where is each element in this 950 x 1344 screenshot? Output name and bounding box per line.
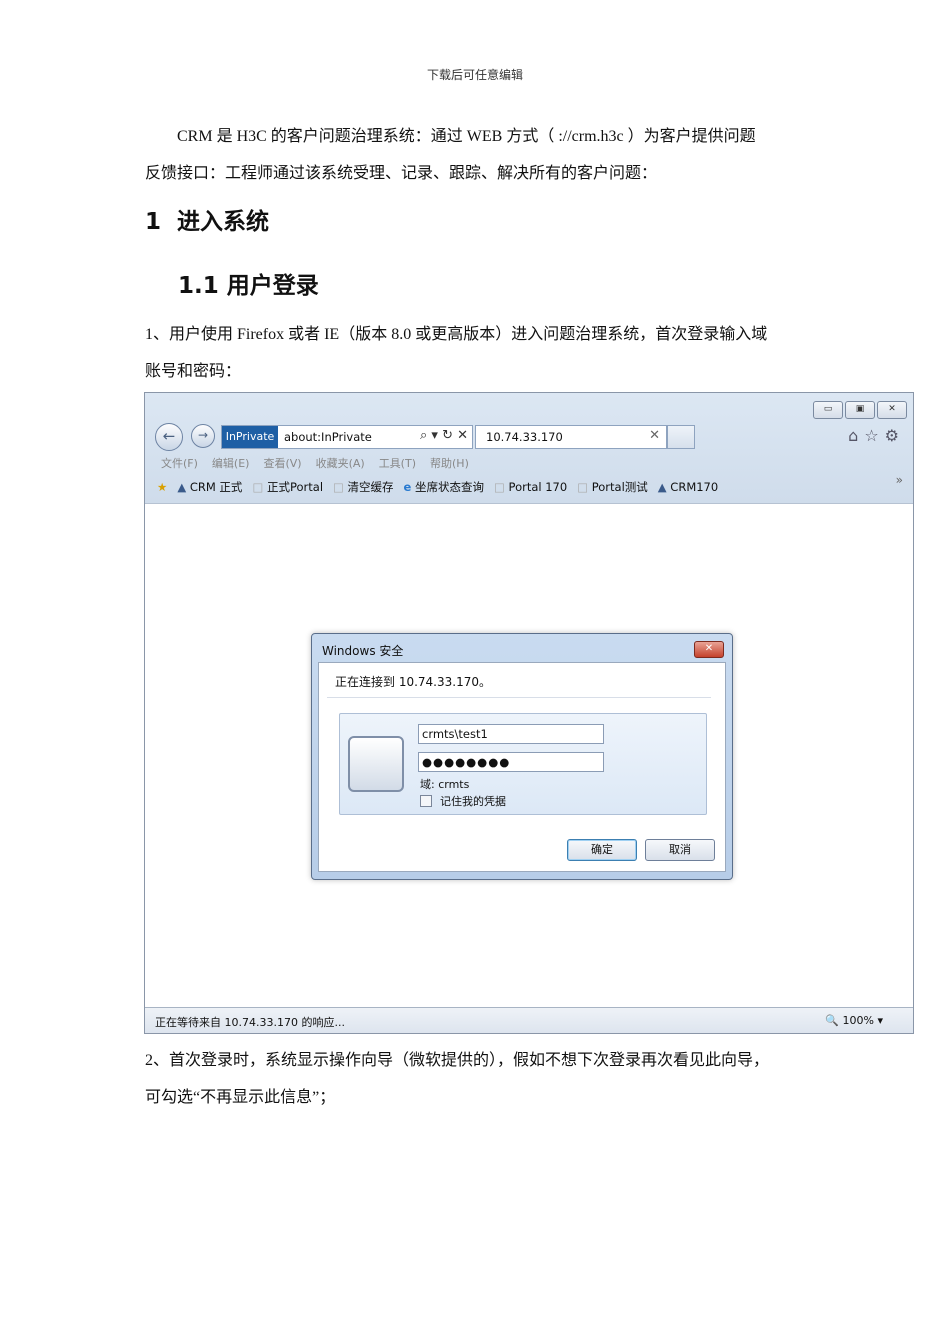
status-bar: 正在等待来自 10.74.33.170 的响应... 🔍 100% ▾	[145, 1007, 913, 1033]
ok-button[interactable]: 确定	[567, 839, 637, 861]
menu-help[interactable]: 帮助(H)	[430, 455, 469, 471]
crm-logo-icon: ▲	[177, 480, 187, 494]
tab-title: 10.74.33.170	[486, 430, 563, 444]
browser-chrome: ▭ ▣ ✕ ← → InPrivate about:InPrivate ⌕ ▾ …	[145, 393, 913, 503]
window-controls: ▭ ▣ ✕	[813, 401, 907, 419]
favorite-agent-status[interactable]: e 坐席状态查询	[404, 479, 484, 495]
page-icon: □	[577, 480, 589, 494]
address-bar[interactable]: InPrivate about:InPrivate ⌕ ▾ ↻ ✕	[221, 425, 473, 449]
favorite-crm170[interactable]: ▲ CRM170	[658, 480, 718, 494]
step2-paragraph: 2、首次登录时，系统显示操作向导（微软提供的），假如不想下次登录再次看见此向导，…	[145, 1042, 810, 1116]
menu-tools[interactable]: 工具(T)	[379, 455, 416, 471]
zoom-value: 100%	[842, 1014, 874, 1027]
favorite-label: 正式Portal	[266, 480, 324, 494]
zoom-icon: 🔍	[825, 1014, 840, 1027]
intro-line-1: CRM 是 H3C 的客户问题治理系统：通过 WEB 方式（ ://crm.h3…	[177, 128, 756, 145]
browser-screenshot: ▭ ▣ ✕ ← → InPrivate about:InPrivate ⌕ ▾ …	[144, 392, 914, 1034]
step1-line-1: 1、用户使用 Firefox 或者 IE（版本 8.0 或更高版本）进入问题治理…	[145, 326, 768, 343]
section-number: 1	[145, 209, 162, 235]
browser-tab[interactable]: 10.74.33.170 ✕	[475, 425, 667, 449]
step1-paragraph: 1、用户使用 Firefox 或者 IE（版本 8.0 或更高版本）进入问题治理…	[145, 316, 810, 390]
new-tab-button[interactable]	[667, 425, 695, 449]
zoom-level[interactable]: 🔍 100% ▾	[825, 1014, 883, 1027]
crm-logo-icon: ▲	[657, 480, 667, 494]
minimize-button[interactable]: ▭	[813, 401, 843, 419]
menu-favorites[interactable]: 收藏夹(A)	[316, 455, 365, 471]
step2-line-2: 可勾选“不再显示此信息”；	[145, 1089, 336, 1106]
page-header-note: 下载后可任意编辑	[426, 68, 523, 82]
maximize-button[interactable]: ▣	[845, 401, 875, 419]
menu-view[interactable]: 查看(V)	[263, 455, 301, 471]
favorite-portal-test[interactable]: □ Portal测试	[577, 479, 648, 495]
home-favorites-tools-icons[interactable]: ⌂☆⚙	[848, 426, 905, 445]
address-text[interactable]: about:InPrivate	[284, 430, 372, 444]
dialog-body: 正在连接到 10.74.33.170。 crmts\test1 ●●●●●●●●…	[318, 662, 726, 872]
dialog-close-button[interactable]: ✕	[694, 641, 724, 658]
address-controls[interactable]: ⌕ ▾ ↻ ✕	[420, 428, 468, 443]
intro-line-2: 反馈接口：工程师通过该系统受理、记录、跟踪、解决所有的客户问题：	[145, 165, 658, 182]
menu-file[interactable]: 文件(F)	[161, 455, 198, 471]
page-icon: □	[252, 480, 264, 494]
favorite-portal-170[interactable]: □ Portal 170	[494, 480, 567, 494]
section-heading-1: 1 进入系统	[145, 202, 269, 236]
menu-edit[interactable]: 编辑(E)	[212, 455, 250, 471]
tab-close-icon[interactable]: ✕	[649, 428, 660, 443]
password-field[interactable]: ●●●●●●●●	[418, 752, 604, 772]
favorite-label: CRM170	[670, 480, 719, 494]
remember-label: 记住我的凭据	[440, 795, 506, 808]
favorite-label: CRM 正式	[189, 480, 243, 494]
status-text: 正在等待来自 10.74.33.170 的响应...	[155, 1016, 345, 1029]
credential-tile: crmts\test1 ●●●●●●●● 域: crmts 记住我的凭据	[339, 713, 707, 815]
favorites-bar: ★ ▲ CRM 正式 □ 正式Portal □ 清空缓存 e 坐席状态查询 □ …	[157, 479, 718, 495]
favorite-portal-official[interactable]: □ 正式Portal	[252, 479, 323, 495]
windows-security-dialog: Windows 安全 ✕ 正在连接到 10.74.33.170。 crmts\t…	[311, 633, 733, 880]
forward-arrow-icon[interactable]: →	[191, 424, 215, 448]
section-title: 进入系统	[177, 209, 269, 235]
back-arrow-icon[interactable]: ←	[155, 423, 183, 451]
favorite-crm-official[interactable]: ▲ CRM 正式	[177, 479, 242, 495]
connecting-message: 正在连接到 10.74.33.170。	[335, 675, 491, 689]
step1-line-2: 账号和密码：	[145, 363, 242, 380]
intro-paragraph: CRM 是 H3C 的客户问题治理系统：通过 WEB 方式（ ://crm.h3…	[145, 118, 810, 192]
remember-credentials[interactable]: 记住我的凭据	[420, 793, 506, 809]
remember-checkbox[interactable]	[420, 795, 432, 807]
favorites-star-icon[interactable]: ★	[157, 480, 167, 494]
divider	[327, 697, 711, 698]
close-window-button[interactable]: ✕	[877, 401, 907, 419]
subsection-heading: 1.1 用户登录	[178, 273, 319, 299]
favorite-clear-cache[interactable]: □ 清空缓存	[333, 479, 394, 495]
page-icon: □	[494, 480, 505, 494]
user-avatar-icon	[348, 736, 404, 792]
cancel-button[interactable]: 取消	[645, 839, 715, 861]
page-icon: □	[333, 480, 344, 494]
dialog-title: Windows 安全	[322, 644, 404, 658]
domain-label: 域: crmts	[420, 778, 470, 791]
menu-bar: 文件(F) 编辑(E) 查看(V) 收藏夹(A) 工具(T) 帮助(H)	[161, 455, 469, 471]
more-favorites-chevron-icon[interactable]: »	[896, 473, 903, 487]
favorite-label: 清空缓存	[347, 480, 394, 494]
favorite-label: 坐席状态查询	[415, 480, 485, 494]
inprivate-badge: InPrivate	[222, 426, 278, 448]
favorite-label: Portal测试	[591, 480, 648, 494]
username-field[interactable]: crmts\test1	[418, 724, 604, 744]
step2-line-1: 2、首次登录时，系统显示操作向导（微软提供的），假如不想下次登录再次看见此向导，	[145, 1052, 770, 1069]
ie-icon: e	[403, 480, 412, 494]
favorite-label: Portal 170	[508, 480, 568, 494]
